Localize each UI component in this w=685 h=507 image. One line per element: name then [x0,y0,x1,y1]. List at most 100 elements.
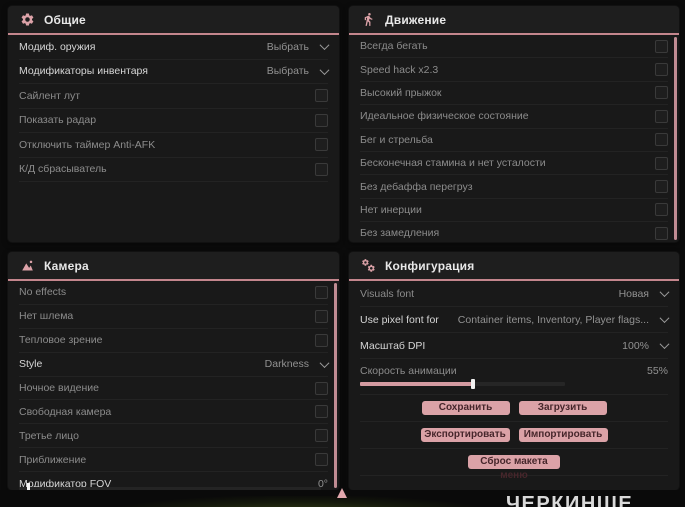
toggle-row-run-and-shoot[interactable]: Бег и стрельба [360,129,668,152]
panel-general-header[interactable]: Общие [8,6,339,33]
checkbox[interactable] [315,381,328,395]
reset-menu-layout-button[interactable]: Сброс макета меню [468,455,560,481]
checkbox[interactable] [315,453,328,467]
image-icon [20,258,35,273]
panel-camera-header[interactable]: Камера [8,252,339,279]
toggle-row-thermal-vision[interactable]: Тепловое зрение [19,329,328,353]
row-label: Visuals font [360,287,415,300]
chevron-down-icon [659,339,670,350]
animation-speed-slider[interactable] [360,379,565,389]
toggle-row-free-camera[interactable]: Свободная камера [19,400,328,425]
row-label: Модиф. оружия [19,40,96,53]
visuals-font-dropdown[interactable]: Новая [619,287,670,300]
row-label: Всегда бегать [360,40,428,53]
panel-general: Общие Модиф. оружия Выбрать Модификаторы… [8,6,339,242]
toggle-row-no-slowdown[interactable]: Без замедления [360,222,668,242]
toggle-row-silent-loot[interactable]: Сайлент лут [19,84,328,109]
checkbox[interactable] [655,203,668,217]
toggle-row-perfect-condition[interactable]: Идеальное физическое состояние [360,105,668,129]
row-label: Use pixel font for [360,313,439,326]
button-row-save-load: Сохранить Загрузить [360,395,668,422]
row-label: Нет инерции [360,203,422,216]
toggle-row-no-helmet[interactable]: Нет шлема [19,305,328,329]
toggle-row-cd-reset[interactable]: К/Д сбрасыватель [19,158,328,182]
checkbox[interactable] [315,138,328,152]
checkbox[interactable] [655,180,668,194]
row-label: Скорость анимации [360,365,457,377]
chevron-down-icon [659,287,670,298]
animation-speed-value: 55% [646,365,668,377]
import-button[interactable]: Импортировать [518,428,608,442]
checkbox[interactable] [655,39,668,53]
panel-movement-header[interactable]: Движение [349,6,679,33]
checkbox[interactable] [315,333,328,347]
chevron-down-icon [659,313,670,324]
slider-row-animation-speed: Скорость анимации 55% [360,359,668,395]
toggle-row-third-person[interactable]: Третье лицо [19,424,328,449]
checkbox[interactable] [315,113,328,127]
dropdown-row-pixel-font: Use pixel font for Container items, Inve… [360,307,670,333]
toggle-row-always-run[interactable]: Всегда бегать [360,35,668,59]
row-label: No effects [19,286,67,299]
scrollbar[interactable] [674,37,677,240]
save-button[interactable]: Сохранить [421,401,510,415]
chevron-down-icon [319,357,330,368]
dropdown-value: Выбрать [266,40,309,53]
load-button[interactable]: Загрузить [518,401,607,415]
dropdown-value: Container items, Inventory, Player flags… [457,313,649,326]
dropdown-row-visuals-font: Visuals font Новая [360,281,670,307]
panel-camera: Камера No effects Нет шлема Тепловое зре… [8,252,339,490]
toggle-row-zoom[interactable]: Приближение [19,448,328,473]
game-world-foliage [90,496,510,507]
toggle-row-anti-afk[interactable]: Отключить таймер Anti-AFK [19,133,328,158]
toggle-row-no-overload-debuff[interactable]: Без дебаффа перегруз [360,175,668,199]
dropdown-row-weapon-mods: Модиф. оружия Выбрать [19,35,330,60]
row-label: Без дебаффа перегруз [360,180,473,193]
row-label: Высокий прыжок [360,86,442,99]
toggle-row-infinite-stamina[interactable]: Бесконечная стамина и нет усталости [360,152,668,176]
export-button[interactable]: Экспортировать [420,428,510,442]
row-label: Speed hack x2.3 [360,63,439,76]
dpi-scale-dropdown[interactable]: 100% [622,339,670,352]
row-label: Показать радар [19,114,97,127]
inventory-mods-dropdown[interactable]: Выбрать [267,64,330,77]
weapon-mods-dropdown[interactable]: Выбрать [266,40,330,53]
checkbox[interactable] [315,429,328,443]
scrollbar[interactable] [334,283,337,488]
checkbox[interactable] [655,156,668,170]
toggle-row-speed-hack[interactable]: Speed hack x2.3 [360,58,668,82]
slider-handle[interactable] [470,379,475,389]
checkbox[interactable] [315,162,328,176]
checkbox[interactable] [315,405,328,419]
toggle-row-no-inertia[interactable]: Нет инерции [360,199,668,223]
runner-icon [361,12,376,27]
dropdown-row-style: Style Darkness [19,353,330,377]
toggle-row-no-effects[interactable]: No effects [19,281,328,305]
toggle-row-night-vision[interactable]: Ночное видение [19,377,328,401]
row-label: Ночное видение [19,382,99,394]
row-label: К/Д сбрасыватель [19,163,107,176]
checkbox[interactable] [655,86,668,100]
row-label: Отключить таймер Anti-AFK [19,138,156,151]
row-label: Style [19,358,43,371]
checkbox[interactable] [655,133,668,147]
row-label: Свободная камера [19,405,112,418]
toggle-row-show-radar[interactable]: Показать радар [19,109,328,133]
panel-config-header[interactable]: Конфигурация [349,252,679,279]
style-dropdown[interactable]: Darkness [265,357,330,370]
chevron-down-icon [319,64,330,75]
toggle-row-high-jump[interactable]: Высокий прыжок [360,82,668,106]
gear-icon [20,12,35,27]
location-text: ЧЕРКИНШЕ [506,493,634,507]
checkbox[interactable] [315,285,328,299]
checkbox[interactable] [655,226,668,240]
button-row-export-import: Экспортировать Импортировать [360,422,668,449]
checkbox[interactable] [315,309,328,323]
checkbox[interactable] [655,63,668,77]
checkbox[interactable] [655,109,668,123]
pixel-font-dropdown[interactable]: Container items, Inventory, Player flags… [457,313,670,326]
panel-config: Конфигурация Visuals font Новая Use pixe… [349,252,679,490]
fov-slider-handle[interactable] [27,483,30,490]
row-label: Масштаб DPI [360,339,426,352]
checkbox[interactable] [315,89,328,103]
